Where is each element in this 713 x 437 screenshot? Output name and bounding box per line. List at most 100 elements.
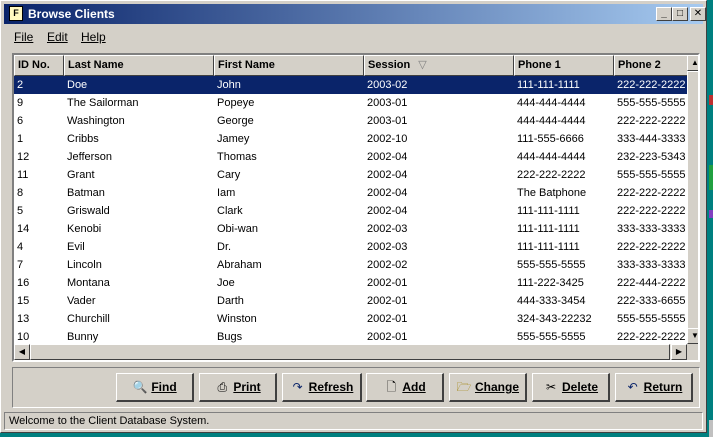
close-button[interactable]: ✕ — [690, 7, 706, 21]
table-row[interactable]: 2 Doe John 2003-02 111-111-1111 222-222-2222 — [14, 76, 698, 94]
maximize-button[interactable]: □ — [672, 7, 688, 21]
cell-id: 15 — [17, 295, 30, 307]
horizontal-scroll-thumb[interactable] — [30, 344, 670, 360]
desktop-edge-green — [709, 165, 713, 190]
menu-bar: File Edit Help — [4, 27, 703, 47]
printer-icon: ⎙ — [217, 380, 228, 394]
delete-button[interactable]: ✂ Delete — [532, 373, 610, 402]
column-header-last-name[interactable]: Last Name — [64, 55, 214, 76]
desktop-edge-red — [709, 95, 713, 105]
vertical-scrollbar[interactable]: ▲ ▼ — [687, 55, 698, 344]
cell-last-name: Batman — [67, 187, 105, 199]
cell-first-name: Clark — [217, 205, 243, 217]
magnifier-icon: 🔍 — [132, 380, 148, 394]
cell-session: 2002-01 — [367, 277, 408, 289]
table-row[interactable]: 11 Grant Cary 2002-04 222-222-2222 555-555-55… — [14, 166, 698, 184]
cell-last-name: Cribbs — [67, 133, 99, 145]
cell-last-name: Jefferson — [67, 151, 113, 163]
cell-first-name: Dr. — [217, 241, 232, 253]
cell-phone1: 555-555-5555 — [517, 259, 586, 271]
cell-last-name: Washington — [67, 115, 125, 127]
find-button[interactable]: 🔍 Find — [116, 373, 194, 402]
table-row[interactable]: 6 Washington George 2003-01 444-444-4444 222-… — [14, 112, 698, 130]
scroll-up-icon[interactable]: ▲ — [687, 55, 698, 71]
table-row[interactable]: 8 Batman Iam 2002-04 The Batphone 222-222-222… — [14, 184, 698, 202]
cell-phone1: 111-555-6666 — [517, 133, 584, 145]
table-row[interactable]: 12 Jefferson Thomas 2002-04 444-444-4444 232-… — [14, 148, 698, 166]
cell-session: 2002-01 — [367, 295, 408, 307]
cell-last-name: Churchill — [67, 313, 110, 325]
add-button[interactable]: 🗋 Add — [366, 373, 444, 402]
cell-id: 7 — [17, 259, 24, 271]
button-panel: 🔍 Find ⎙ Print ↷ Refresh 🗋 Add 🗁 Change ✂ Dele… — [12, 367, 700, 408]
table-row[interactable]: 9 The Sailorman Popeye 2003-01 444-444-4444 5… — [14, 94, 698, 112]
cell-first-name: Jamey — [217, 133, 250, 145]
cell-phone1: The Batphone — [517, 187, 587, 199]
cell-phone1: 444-444-4444 — [517, 97, 586, 109]
horizontal-scrollbar[interactable]: ◀ ▶ — [14, 344, 687, 360]
cell-phone1: 111-222-3425 — [517, 277, 584, 289]
print-button[interactable]: ⎙ Print — [199, 373, 277, 402]
return-arrow-icon: ↶ — [627, 380, 638, 394]
scroll-left-icon[interactable]: ◀ — [14, 344, 30, 360]
menu-help[interactable]: Help — [81, 30, 106, 44]
cell-id: 8 — [17, 187, 24, 199]
table-row[interactable]: 4 Evil Dr. 2002-03 111-111-1111 222-222-2222 — [14, 238, 698, 256]
cell-last-name: Montana — [67, 277, 110, 289]
cell-last-name: Doe — [67, 79, 88, 91]
desktop-edge — [709, 0, 713, 437]
cell-id: 2 — [17, 79, 24, 91]
cell-first-name: Cary — [217, 169, 241, 181]
table-row[interactable]: 5 Griswald Clark 2002-04 111-111-1111 222-222… — [14, 202, 698, 220]
scroll-right-icon[interactable]: ▶ — [671, 344, 687, 360]
table-row[interactable]: 7 Lincoln Abraham 2002-02 555-555-5555 333-33… — [14, 256, 698, 274]
clients-grid[interactable]: ID No. Last Name First Name Session ▽ Phone 1… — [12, 53, 700, 362]
scrollbar-corner — [687, 344, 698, 360]
desktop-edge-purple — [709, 210, 713, 218]
title-bar[interactable]: F Browse Clients _ □ ✕ — [4, 4, 706, 24]
table-row[interactable]: 13 Churchill Winston 2002-01 324-343-22232 55… — [14, 310, 698, 328]
menu-file[interactable]: File — [14, 30, 33, 44]
cell-session: 2002-04 — [367, 151, 408, 163]
cell-session: 2003-01 — [367, 115, 408, 127]
cell-first-name: Iam — [217, 187, 236, 199]
column-header-id[interactable]: ID No. — [14, 55, 64, 76]
table-row[interactable]: 15 Vader Darth 2002-01 444-333-3454 222-333-6… — [14, 292, 698, 310]
return-button[interactable]: ↶ Return — [615, 373, 693, 402]
cell-phone1: 444-333-3454 — [517, 295, 586, 307]
table-row[interactable]: 16 Montana Joe 2002-01 111-222-3425 222-444-2… — [14, 274, 698, 292]
column-header-phone1[interactable]: Phone 1 — [514, 55, 614, 76]
scroll-down-icon[interactable]: ▼ — [687, 328, 698, 344]
vertical-scroll-thumb[interactable] — [687, 71, 698, 329]
cell-session: 2002-04 — [367, 169, 408, 181]
cell-id: 16 — [17, 277, 30, 289]
cell-session: 2002-10 — [367, 133, 408, 145]
cell-last-name: The Sailorman — [67, 97, 139, 109]
app-icon[interactable]: F — [9, 6, 23, 21]
table-row[interactable]: 14 Kenobi Obi-wan 2002-03 111-111-1111 333-33… — [14, 220, 698, 238]
refresh-button[interactable]: ↷ Refresh — [282, 373, 362, 402]
cell-first-name: John — [217, 79, 241, 91]
cell-first-name: Popeye — [217, 97, 255, 109]
cell-id: 14 — [17, 223, 30, 235]
minimize-button[interactable]: _ — [656, 7, 672, 21]
cell-phone1: 222-222-2222 — [517, 169, 586, 181]
cell-id: 13 — [17, 313, 30, 325]
column-header-first-name[interactable]: First Name — [214, 55, 364, 76]
column-header-session[interactable]: Session ▽ — [364, 55, 514, 76]
cell-session: 2002-02 — [367, 259, 408, 271]
new-document-icon: 🗋 — [386, 380, 397, 394]
cell-session: 2002-01 — [367, 313, 408, 325]
cell-first-name: Obi-wan — [217, 223, 258, 235]
change-button[interactable]: 🗁 Change — [449, 373, 527, 402]
table-row[interactable]: 1 Cribbs Jamey 2002-10 111-555-6666 333-444-3… — [14, 130, 698, 148]
cell-session: 2003-02 — [367, 79, 408, 91]
cell-phone1: 111-111-1111 — [517, 223, 580, 235]
cell-first-name: Winston — [217, 313, 257, 325]
sort-descending-icon: ▽ — [418, 59, 427, 71]
browse-clients-window: F Browse Clients _ □ ✕ File Edit Help ID… — [0, 0, 707, 433]
cell-first-name: Thomas — [217, 151, 257, 163]
cell-first-name: Darth — [217, 295, 244, 307]
cell-phone1: 444-444-4444 — [517, 115, 586, 127]
menu-edit[interactable]: Edit — [47, 30, 68, 44]
